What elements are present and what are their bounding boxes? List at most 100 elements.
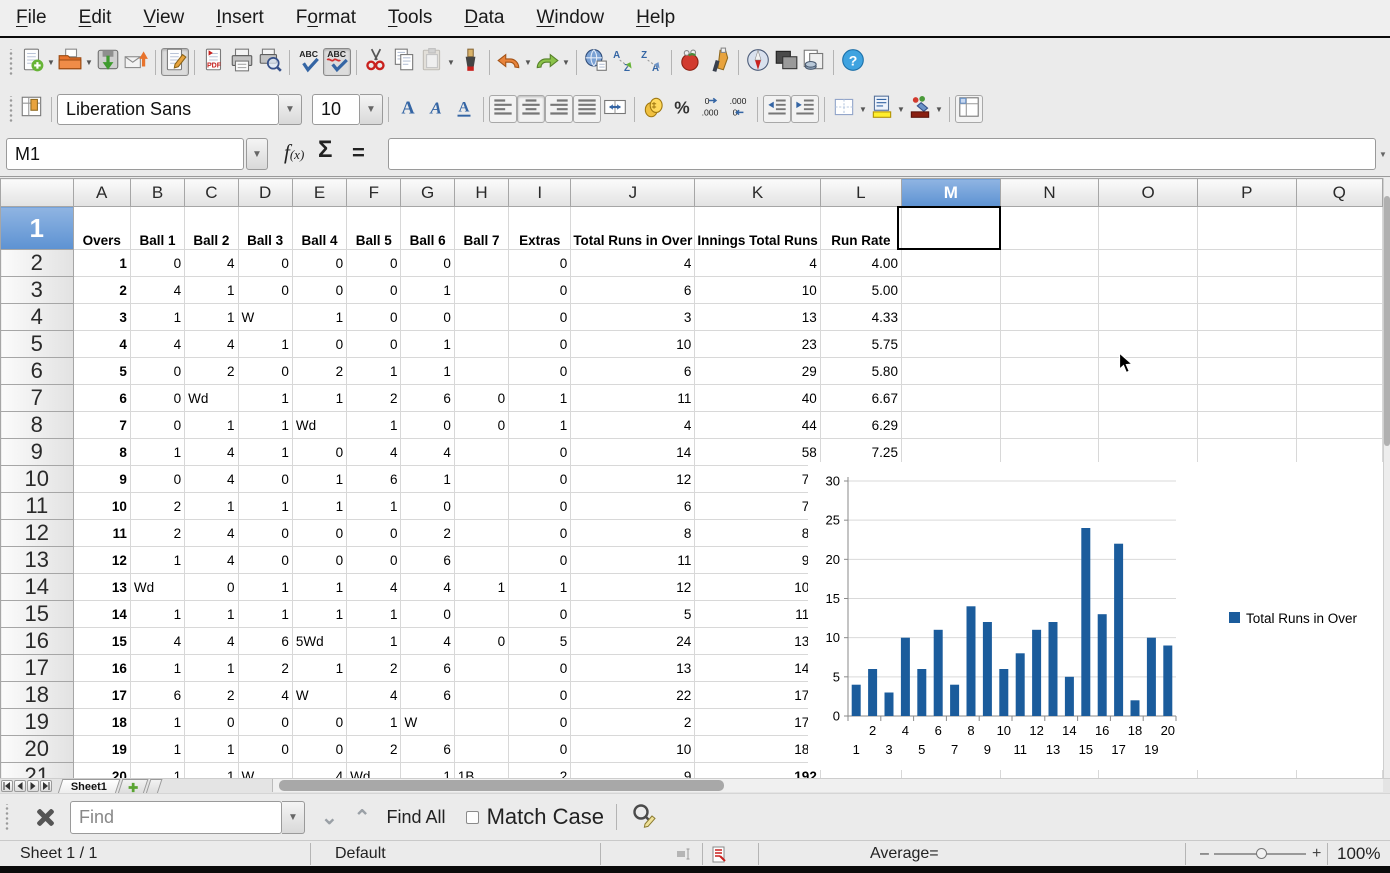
cell[interactable]: 0 bbox=[347, 547, 401, 574]
cell[interactable] bbox=[454, 277, 508, 304]
cell[interactable]: 0 bbox=[238, 520, 292, 547]
cell[interactable] bbox=[454, 304, 508, 331]
row-header-11[interactable]: 11 bbox=[1, 493, 74, 520]
cell[interactable]: 12 bbox=[571, 574, 695, 601]
sort-ascending-button[interactable]: AZ bbox=[610, 48, 638, 76]
cell[interactable]: 6 bbox=[347, 466, 401, 493]
border-color-button[interactable] bbox=[906, 95, 934, 123]
gallery-button[interactable] bbox=[677, 48, 705, 76]
spelling-button[interactable]: ABC bbox=[295, 48, 323, 76]
horizontal-scrollbar-thumb[interactable] bbox=[279, 780, 724, 791]
percent-button[interactable]: % bbox=[668, 95, 696, 123]
cell[interactable]: 14 bbox=[571, 439, 695, 466]
cell[interactable]: 84 bbox=[695, 520, 821, 547]
row-header-4[interactable]: 4 bbox=[1, 304, 74, 331]
new-document-dropdown-icon[interactable]: ▼ bbox=[46, 49, 56, 75]
cell[interactable] bbox=[454, 331, 508, 358]
cell[interactable] bbox=[1000, 250, 1099, 277]
currency-button[interactable] bbox=[640, 95, 668, 123]
row-header-1[interactable]: 1 bbox=[1, 207, 74, 250]
align-center-button[interactable] bbox=[517, 95, 545, 123]
cell[interactable] bbox=[454, 682, 508, 709]
cell[interactable]: 2 bbox=[73, 277, 130, 304]
find-next-icon[interactable]: ⌄ bbox=[321, 805, 338, 830]
cell[interactable]: Ball 2 bbox=[185, 207, 238, 250]
cell[interactable]: 6 bbox=[571, 358, 695, 385]
align-right-button[interactable] bbox=[545, 95, 573, 123]
match-case-label[interactable]: Match Case bbox=[487, 804, 604, 830]
cell[interactable]: 1 bbox=[292, 574, 346, 601]
cell[interactable]: 0 bbox=[238, 250, 292, 277]
cell[interactable] bbox=[1296, 250, 1382, 277]
italic-button[interactable]: A bbox=[422, 95, 450, 123]
cell[interactable] bbox=[1000, 412, 1099, 439]
cell[interactable]: 29 bbox=[695, 358, 821, 385]
name-box-dropdown-icon[interactable]: ▼ bbox=[246, 138, 268, 170]
row-header-9[interactable]: 9 bbox=[1, 439, 74, 466]
align-left-button[interactable] bbox=[489, 95, 517, 123]
document-modified-icon[interactable] bbox=[712, 841, 726, 867]
cell[interactable]: 4 bbox=[130, 628, 184, 655]
cell[interactable]: 0 bbox=[454, 385, 508, 412]
cell[interactable]: 4 bbox=[185, 520, 238, 547]
cell[interactable]: 1 bbox=[130, 547, 184, 574]
cell[interactable]: 2 bbox=[185, 682, 238, 709]
email-button[interactable] bbox=[122, 48, 150, 76]
cell[interactable]: 1 bbox=[292, 466, 346, 493]
cell[interactable]: 12 bbox=[73, 547, 130, 574]
function-wizard-icon[interactable]: f(x) bbox=[284, 140, 304, 165]
cell[interactable]: Total Runs in Over bbox=[571, 207, 695, 250]
cell[interactable]: Ball 7 bbox=[454, 207, 508, 250]
cell[interactable]: 1B bbox=[454, 763, 508, 779]
paste-button[interactable] bbox=[418, 48, 446, 76]
cell[interactable]: 5.00 bbox=[820, 277, 901, 304]
cell[interactable]: 1 bbox=[185, 601, 238, 628]
cell[interactable]: 1 bbox=[185, 412, 238, 439]
cell[interactable] bbox=[1000, 207, 1099, 250]
embedded-bar-chart[interactable]: 0510152025301234567891011121314151617181… bbox=[808, 462, 1383, 770]
row-header-13[interactable]: 13 bbox=[1, 547, 74, 574]
zoom-slider-thumb[interactable] bbox=[1256, 848, 1267, 859]
column-header-F[interactable]: F bbox=[347, 179, 401, 207]
cell[interactable] bbox=[1099, 250, 1198, 277]
cell[interactable]: 7 bbox=[73, 412, 130, 439]
cell[interactable] bbox=[901, 412, 1000, 439]
row-header-7[interactable]: 7 bbox=[1, 385, 74, 412]
cell[interactable]: 4 bbox=[695, 250, 821, 277]
cell[interactable]: 1 bbox=[238, 331, 292, 358]
cell[interactable]: 0 bbox=[347, 520, 401, 547]
cell[interactable]: 0 bbox=[130, 250, 184, 277]
toolbar-grip[interactable] bbox=[7, 96, 15, 122]
cell[interactable]: 18 bbox=[73, 709, 130, 736]
cell[interactable] bbox=[1099, 277, 1198, 304]
column-header-I[interactable]: I bbox=[509, 179, 571, 207]
cell[interactable] bbox=[1099, 358, 1198, 385]
cell[interactable]: 6 bbox=[238, 628, 292, 655]
cell[interactable]: 24 bbox=[571, 628, 695, 655]
cell[interactable]: 0 bbox=[238, 547, 292, 574]
cell[interactable]: 1 bbox=[347, 709, 401, 736]
cell[interactable]: 12 bbox=[571, 466, 695, 493]
cell[interactable]: 1 bbox=[509, 412, 571, 439]
cell[interactable]: 1 bbox=[292, 601, 346, 628]
cell[interactable]: Wd bbox=[347, 763, 401, 779]
expand-formula-bar-icon[interactable]: ▼ bbox=[1379, 142, 1389, 166]
cell[interactable]: 0 bbox=[347, 277, 401, 304]
redo-button[interactable] bbox=[533, 48, 561, 76]
cell[interactable]: 0 bbox=[238, 709, 292, 736]
cell[interactable]: Ball 3 bbox=[238, 207, 292, 250]
cell[interactable]: 1 bbox=[401, 763, 454, 779]
equals-icon[interactable]: = bbox=[352, 140, 365, 166]
cell[interactable]: 0 bbox=[509, 709, 571, 736]
cell[interactable]: W bbox=[238, 763, 292, 779]
cell[interactable]: 6 bbox=[401, 655, 454, 682]
cell[interactable]: 0 bbox=[347, 250, 401, 277]
cell[interactable]: 0 bbox=[292, 547, 346, 574]
cell[interactable] bbox=[454, 601, 508, 628]
redo-dropdown-icon[interactable]: ▼ bbox=[561, 49, 571, 75]
find-history-dropdown-icon[interactable]: ▼ bbox=[282, 801, 305, 834]
cell[interactable]: 4 bbox=[185, 628, 238, 655]
cell[interactable]: 5.80 bbox=[820, 358, 901, 385]
clone-formatting-button[interactable] bbox=[456, 48, 484, 76]
cell[interactable]: 2 bbox=[347, 385, 401, 412]
